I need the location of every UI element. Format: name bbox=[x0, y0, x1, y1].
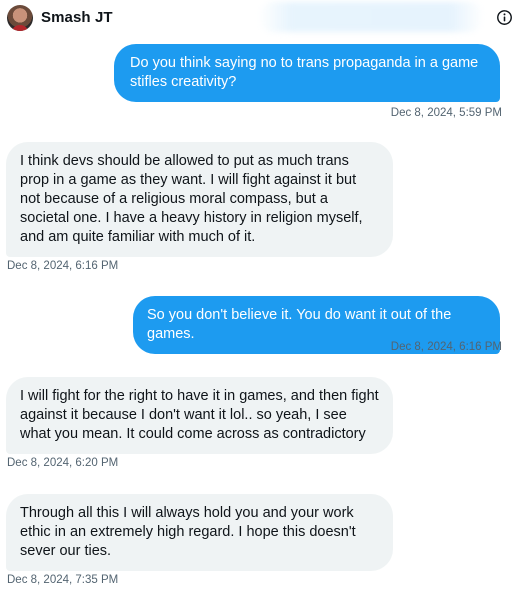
message-bubble-sent[interactable]: Do you think saying no to trans propagan… bbox=[114, 44, 500, 102]
contact-name[interactable]: Smash JT bbox=[41, 9, 113, 26]
avatar[interactable] bbox=[7, 5, 33, 31]
conversation-header: Smash JT bbox=[0, 0, 518, 36]
message-bubble-received[interactable]: I will fight for the right to have it in… bbox=[6, 377, 393, 454]
message-timestamp: Dec 8, 2024, 6:16 PM bbox=[390, 341, 502, 353]
info-icon[interactable] bbox=[496, 9, 513, 26]
message-text: I think devs should be allowed to put as… bbox=[20, 153, 363, 245]
message-bubble-received[interactable]: I think devs should be allowed to put as… bbox=[6, 142, 393, 257]
message-timestamp: Dec 8, 2024, 6:20 PM bbox=[7, 457, 119, 469]
message-text: So you don't believe it. You do want it … bbox=[147, 307, 452, 342]
message-text: Through all this I will always hold you … bbox=[20, 505, 356, 559]
message-timestamp: Dec 8, 2024, 6:16 PM bbox=[7, 260, 119, 272]
message-timestamp: Dec 8, 2024, 5:59 PM bbox=[390, 107, 502, 119]
redacted-area bbox=[258, 2, 484, 32]
message-text: I will fight for the right to have it in… bbox=[20, 388, 379, 442]
message-bubble-received[interactable]: Through all this I will always hold you … bbox=[6, 494, 393, 571]
message-timestamp: Dec 8, 2024, 7:35 PM bbox=[7, 574, 119, 586]
message-text: Do you think saying no to trans propagan… bbox=[130, 55, 479, 90]
